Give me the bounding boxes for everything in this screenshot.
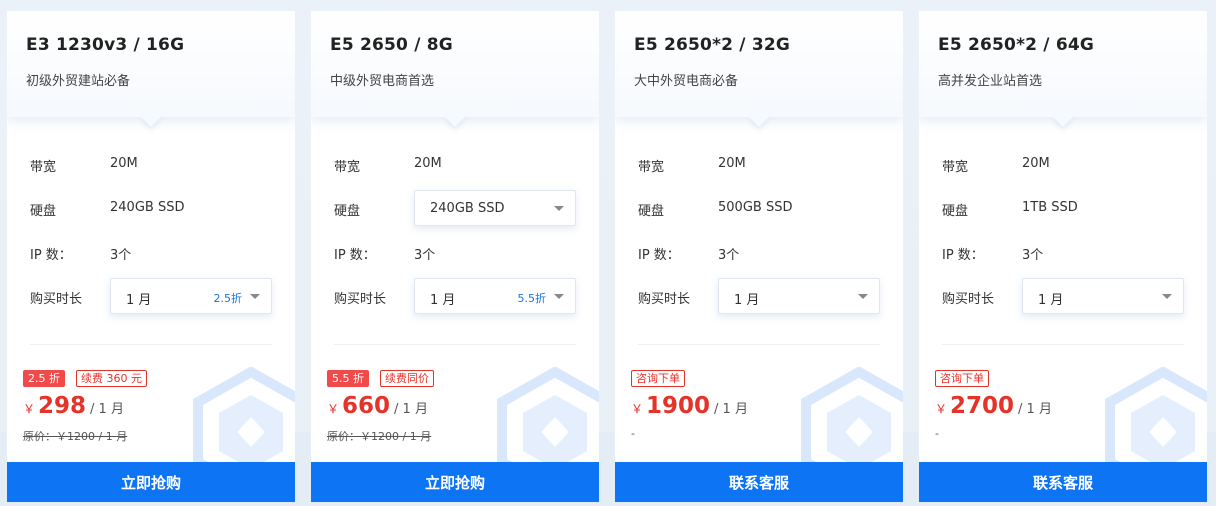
card-header: E5 2650*2 / 64G 高并发企业站首选 — [919, 11, 1207, 127]
price: 660 — [342, 393, 391, 419]
caret-down-icon — [554, 294, 564, 299]
ip-label: IP 数： — [942, 248, 984, 263]
bandwidth-label: 带宽 — [334, 160, 361, 175]
card-header: E5 2650*2 / 32G 大中外贸电商必备 — [615, 11, 903, 127]
caret-down-icon — [250, 294, 260, 299]
bandwidth-value: 20M — [414, 156, 442, 171]
header-notch — [749, 107, 769, 127]
divider — [638, 344, 880, 345]
price-row: ￥ 660/ 1 月 — [327, 393, 428, 419]
card-header: E3 1230v3 / 16G 初级外贸建站必备 — [7, 11, 295, 127]
duration-discount: 5.5折 — [517, 292, 547, 305]
original-price: - — [631, 427, 635, 440]
currency-symbol: ￥ — [631, 402, 644, 416]
price-row: ￥ 1900/ 1 月 — [631, 393, 748, 419]
ip-label: IP 数： — [638, 248, 680, 263]
divider — [30, 344, 272, 345]
header-notch — [141, 107, 161, 127]
price-row: ￥ 2700/ 1 月 — [935, 393, 1052, 419]
duration-select[interactable]: 1 月 5.5折 — [414, 278, 576, 314]
disk-select[interactable]: 240GB SSD — [414, 190, 576, 226]
bandwidth-value: 20M — [718, 156, 746, 171]
ip-label: IP 数： — [30, 248, 72, 263]
duration-label: 购买时长 — [334, 292, 387, 307]
ip-value: 3个 — [110, 248, 132, 263]
ip-value: 3个 — [414, 248, 436, 263]
card-subtitle: 初级外贸建站必备 — [26, 74, 131, 89]
currency-symbol: ￥ — [935, 402, 948, 416]
ip-label: IP 数： — [334, 248, 376, 263]
disk-label: 硬盘 — [638, 204, 665, 219]
contact-support-button[interactable]: 联系客服 — [919, 462, 1207, 502]
discount-badge: 5.5 折 — [327, 370, 369, 387]
price: 2700 — [950, 393, 1015, 419]
pricing-card: E5 2650*2 / 32G 大中外贸电商必备 带宽 20M 硬盘 500GB… — [615, 11, 903, 502]
pricing-card: E5 2650*2 / 64G 高并发企业站首选 带宽 20M 硬盘 1TB S… — [919, 11, 1207, 502]
original-price: 原价：￥1200 / 1 月 — [327, 430, 432, 443]
caret-down-icon — [554, 206, 564, 211]
duration-label: 购买时长 — [30, 292, 83, 307]
pricing-card: E5 2650 / 8G 中级外贸电商首选 带宽 20M 硬盘 240GB SS… — [311, 11, 599, 502]
disk-value: 500GB SSD — [718, 200, 793, 215]
disk-value: 240GB SSD — [110, 200, 185, 215]
duration-select-value: 1 月 — [734, 293, 760, 308]
renewal-badge: 续费同价 — [380, 370, 434, 387]
duration-select[interactable]: 1 月 — [718, 278, 880, 314]
original-price: - — [935, 427, 939, 440]
consult-badge: 咨询下单 — [631, 370, 685, 387]
duration-select-value: 1 月 — [430, 293, 456, 308]
divider — [334, 344, 576, 345]
pricing-card: E3 1230v3 / 16G 初级外贸建站必备 带宽 20M 硬盘 240GB… — [7, 11, 295, 502]
duration-select-value: 1 月 — [1038, 293, 1064, 308]
contact-support-button[interactable]: 联系客服 — [615, 462, 903, 502]
ip-value: 3个 — [718, 248, 740, 263]
bandwidth-value: 20M — [1022, 156, 1050, 171]
card-title: E3 1230v3 / 16G — [26, 35, 185, 55]
card-subtitle: 大中外贸电商必备 — [634, 74, 739, 89]
buy-now-button[interactable]: 立即抢购 — [311, 462, 599, 502]
duration-select[interactable]: 1 月 — [1022, 278, 1184, 314]
disk-label: 硬盘 — [334, 204, 361, 219]
card-title: E5 2650*2 / 32G — [634, 35, 791, 55]
card-title: E5 2650 / 8G — [330, 35, 453, 55]
price-period: / 1 月 — [90, 402, 124, 417]
card-title: E5 2650*2 / 64G — [938, 35, 1095, 55]
discount-badge: 2.5 折 — [23, 370, 65, 387]
buy-now-button[interactable]: 立即抢购 — [7, 462, 295, 502]
renewal-badge: 续费 360 元 — [76, 370, 147, 387]
disk-select-value: 240GB SSD — [430, 201, 505, 216]
bandwidth-value: 20M — [110, 156, 138, 171]
bandwidth-label: 带宽 — [30, 160, 57, 175]
bandwidth-label: 带宽 — [942, 160, 969, 175]
price: 298 — [38, 393, 87, 419]
price: 1900 — [646, 393, 711, 419]
duration-select[interactable]: 1 月 2.5折 — [110, 278, 272, 314]
divider — [942, 344, 1184, 345]
price-period: / 1 月 — [714, 402, 748, 417]
header-notch — [1053, 107, 1073, 127]
disk-label: 硬盘 — [942, 204, 969, 219]
caret-down-icon — [1162, 294, 1172, 299]
disk-value: 1TB SSD — [1022, 200, 1078, 215]
card-subtitle: 高并发企业站首选 — [938, 74, 1043, 89]
pricing-cards: E3 1230v3 / 16G 初级外贸建站必备 带宽 20M 硬盘 240GB… — [7, 11, 1207, 506]
duration-select-value: 1 月 — [126, 293, 152, 308]
currency-symbol: ￥ — [327, 402, 340, 416]
bandwidth-label: 带宽 — [638, 160, 665, 175]
duration-discount: 2.5折 — [213, 292, 243, 305]
consult-badge: 咨询下单 — [935, 370, 989, 387]
disk-label: 硬盘 — [30, 204, 57, 219]
caret-down-icon — [858, 294, 868, 299]
duration-label: 购买时长 — [638, 292, 691, 307]
price-period: / 1 月 — [1018, 402, 1052, 417]
price-period: / 1 月 — [394, 402, 428, 417]
header-notch — [445, 107, 465, 127]
duration-label: 购买时长 — [942, 292, 995, 307]
card-subtitle: 中级外贸电商首选 — [330, 74, 435, 89]
price-row: ￥ 298/ 1 月 — [23, 393, 124, 419]
currency-symbol: ￥ — [23, 402, 36, 416]
ip-value: 3个 — [1022, 248, 1044, 263]
card-header: E5 2650 / 8G 中级外贸电商首选 — [311, 11, 599, 127]
original-price: 原价：￥1200 / 1 月 — [23, 430, 128, 443]
